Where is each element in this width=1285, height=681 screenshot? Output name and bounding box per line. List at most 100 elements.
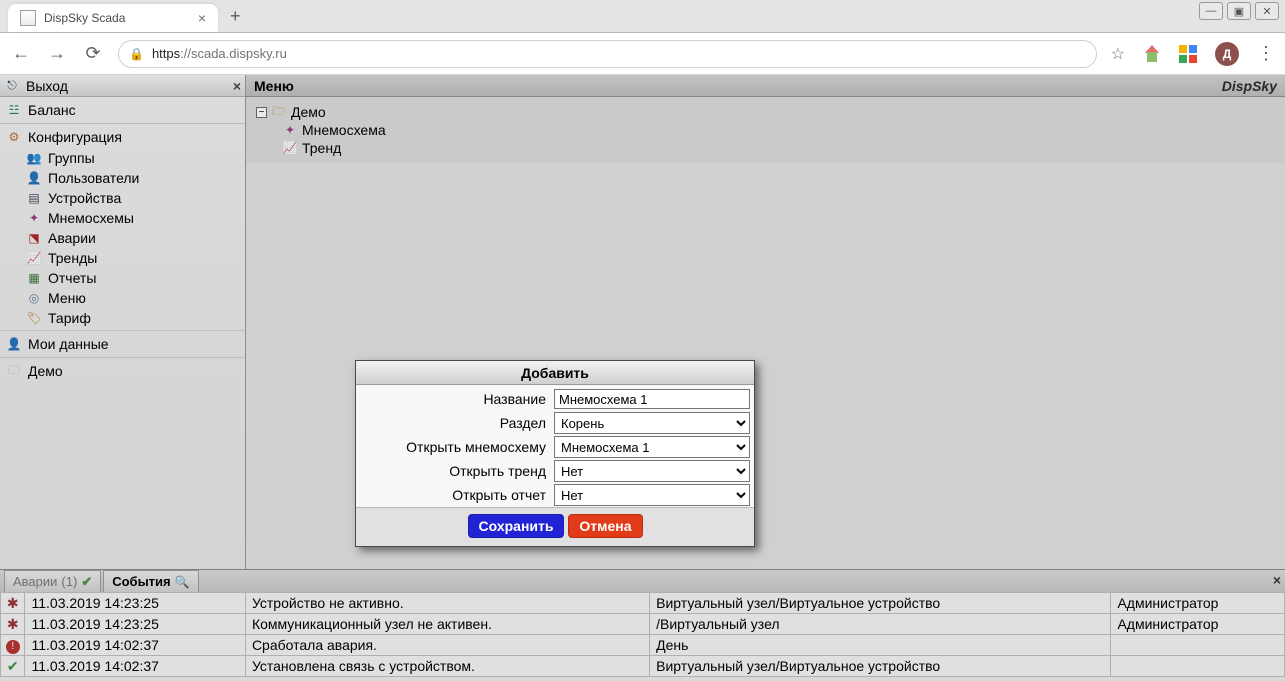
tariff-icon: 🏷	[26, 311, 42, 325]
menu-kebab-icon[interactable]: ⋮	[1257, 43, 1275, 64]
minimize-icon[interactable]: —	[1199, 2, 1223, 20]
sidebar-item-tariff[interactable]: 🏷Тариф	[4, 308, 241, 328]
url-scheme: https	[152, 46, 180, 61]
table-row[interactable]: !11.03.2019 14:02:37Сработала авария.Ден…	[1, 635, 1285, 656]
label-open-report: Открыть отчет	[360, 487, 550, 503]
check-icon: ✔	[81, 574, 92, 590]
dialog-title: Добавить	[356, 361, 754, 385]
label-open-mnemo: Открыть мнемосхему	[360, 439, 550, 455]
sidebar-item-trends[interactable]: 📈Тренды	[4, 248, 241, 268]
maximize-icon[interactable]: ▣	[1227, 2, 1251, 20]
sidebar-exit[interactable]: Выход	[26, 78, 68, 94]
label-open-trend: Открыть тренд	[360, 463, 550, 479]
person-icon: 👤	[6, 337, 22, 351]
cell-message: Установлена связь с устройством.	[245, 656, 649, 677]
cell-message: Коммуникационный узел не активен.	[245, 614, 649, 635]
new-tab-button[interactable]: +	[230, 4, 241, 32]
file-icon	[20, 10, 36, 26]
table-row[interactable]: ✱11.03.2019 14:23:25Коммуникационный узе…	[1, 614, 1285, 635]
sidebar-balance[interactable]: ☳ Баланс	[4, 99, 241, 121]
cell-user: Администратор	[1111, 593, 1285, 614]
cancel-button[interactable]: Отмена	[568, 514, 642, 538]
save-button[interactable]: Сохранить	[468, 514, 565, 538]
bug-icon: ✱	[5, 595, 21, 611]
sidebar-item-users[interactable]: 👤Пользователи	[4, 168, 241, 188]
profile-avatar[interactable]: Д	[1215, 42, 1239, 66]
panel-close-icon[interactable]: ×	[1273, 572, 1281, 588]
menu-icon: ◎	[26, 291, 42, 305]
cell-user: Администратор	[1111, 614, 1285, 635]
select-open-trend[interactable]: Нет	[554, 460, 750, 482]
sidebar-item-groups[interactable]: 👥Группы	[4, 148, 241, 168]
mnemo-icon: ✦	[282, 123, 298, 137]
mnemo-icon: ✦	[26, 211, 42, 225]
report-icon: ▦	[26, 271, 42, 285]
folder-icon: 🗀	[6, 364, 22, 378]
sidebar-demo[interactable]: 🗀 Демо	[4, 360, 241, 382]
sidebar-config[interactable]: ⚙ Конфигурация	[4, 126, 241, 148]
exit-icon: ⎋	[4, 79, 20, 93]
alarm-icon: ⬔	[26, 231, 42, 245]
select-open-report[interactable]: Нет	[554, 484, 750, 506]
table-row[interactable]: ✱11.03.2019 14:23:25Устройство не активн…	[1, 593, 1285, 614]
sidebar-close-icon[interactable]: ×	[233, 78, 241, 94]
tree-node-mnemo[interactable]: ✦ Мнемосхема	[256, 121, 1275, 139]
menu-tree: − 🗁 Демо ✦ Мнемосхема 📈 Тренд	[246, 97, 1285, 163]
table-row[interactable]: ✔11.03.2019 14:02:37Установлена связь с …	[1, 656, 1285, 677]
window-controls: — ▣ ✕	[1199, 2, 1279, 20]
sidebar-item-devices[interactable]: ▤Устройства	[4, 188, 241, 208]
cell-source: /Виртуальный узел	[650, 614, 1111, 635]
tree-node-trend[interactable]: 📈 Тренд	[256, 139, 1275, 157]
success-icon: ✔	[5, 658, 21, 674]
cell-time: 11.03.2019 14:23:25	[25, 593, 245, 614]
main-header-title: Меню	[254, 78, 294, 94]
trend-icon: 📈	[282, 141, 298, 155]
cell-time: 11.03.2019 14:02:37	[25, 656, 245, 677]
lock-icon: 🔒	[129, 47, 144, 61]
cell-time: 11.03.2019 14:23:25	[25, 614, 245, 635]
error-icon: !	[6, 640, 20, 654]
cell-user	[1111, 656, 1285, 677]
cell-source: День	[650, 635, 1111, 656]
bookmark-icon[interactable]: ☆	[1111, 44, 1125, 64]
sidebar-mydata[interactable]: 👤 Мои данные	[4, 333, 241, 355]
browser-tabstrip: DispSky Scada × + — ▣ ✕	[0, 0, 1285, 33]
address-bar[interactable]: 🔒 https://scada.dispsky.ru	[118, 40, 1097, 68]
gear-icon: ⚙	[6, 130, 22, 144]
sidebar-item-menu[interactable]: ◎Меню	[4, 288, 241, 308]
search-icon: 🔍	[175, 575, 190, 589]
url-rest: ://scada.dispsky.ru	[180, 46, 287, 61]
reload-icon[interactable]: ⟳	[82, 43, 104, 64]
input-name[interactable]	[554, 389, 750, 409]
brand-label: DispSky	[1222, 78, 1277, 94]
events-table: ✱11.03.2019 14:23:25Устройство не активн…	[0, 592, 1285, 677]
cell-user	[1111, 635, 1285, 656]
cell-source: Виртуальный узел/Виртуальное устройство	[650, 656, 1111, 677]
trend-icon: 📈	[26, 251, 42, 265]
forward-icon[interactable]: →	[46, 43, 68, 64]
cell-message: Сработала авария.	[245, 635, 649, 656]
close-window-icon[interactable]: ✕	[1255, 2, 1279, 20]
sidebar-item-reports[interactable]: ▦Отчеты	[4, 268, 241, 288]
back-icon[interactable]: ←	[10, 43, 32, 64]
balance-icon: ☳	[6, 103, 22, 117]
browser-tab[interactable]: DispSky Scada ×	[8, 4, 218, 32]
cell-message: Устройство не активно.	[245, 593, 649, 614]
tab-alarms[interactable]: Аварии (1) ✔	[4, 570, 101, 592]
cell-source: Виртуальный узел/Виртуальное устройство	[650, 593, 1111, 614]
label-name: Название	[360, 391, 550, 407]
tab-events[interactable]: События 🔍	[103, 570, 198, 592]
label-section: Раздел	[360, 415, 550, 431]
apps-extension-icon[interactable]	[1179, 45, 1197, 63]
tree-node-demo[interactable]: − 🗁 Демо	[256, 103, 1275, 121]
sidebar-item-alarms[interactable]: ⬔Аварии	[4, 228, 241, 248]
select-section[interactable]: Корень	[554, 412, 750, 434]
close-tab-icon[interactable]: ×	[198, 10, 206, 26]
dialog-add: Добавить Название Раздел Корень Открыть …	[355, 360, 755, 547]
select-open-mnemo[interactable]: Мнемосхема 1	[554, 436, 750, 458]
user-icon: 👤	[26, 171, 42, 185]
home-extension-icon[interactable]	[1143, 45, 1161, 63]
collapse-icon[interactable]: −	[256, 107, 267, 118]
sidebar-item-mnemos[interactable]: ✦Мнемосхемы	[4, 208, 241, 228]
tab-title: DispSky Scada	[44, 11, 190, 25]
